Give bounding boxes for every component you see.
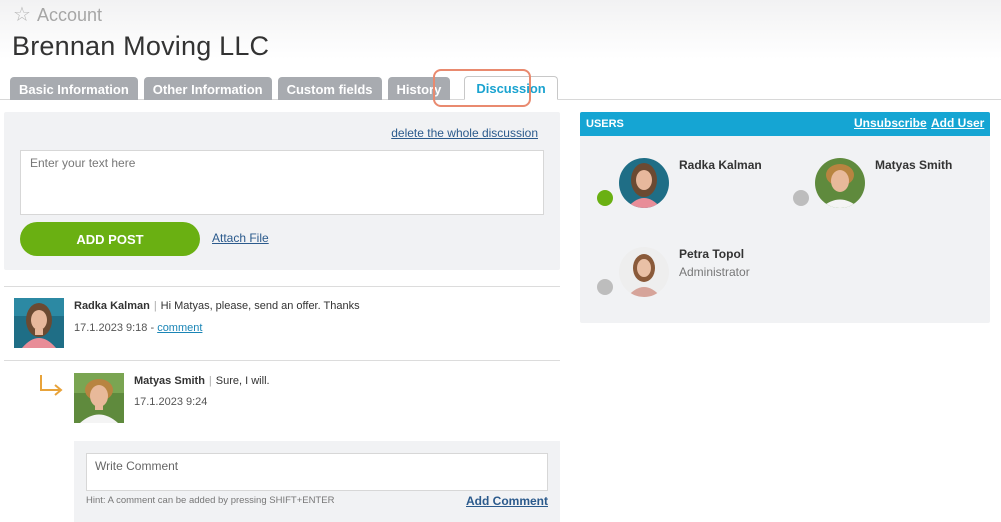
user-role: Administrator (679, 265, 750, 279)
user-avatar[interactable] (619, 247, 669, 297)
tab-discussion[interactable]: Discussion (464, 76, 558, 100)
user-name[interactable]: Matyas Smith (875, 158, 952, 172)
post-meta: 17.1.2023 9:24 (134, 392, 207, 410)
tab-custom-fields[interactable]: Custom fields (277, 77, 382, 100)
attach-file-link[interactable]: Attach File (212, 231, 269, 245)
post-author[interactable]: Radka Kalman (74, 300, 150, 312)
post-text-input[interactable]: Enter your text here (20, 150, 544, 215)
offline-status-dot (597, 279, 613, 295)
unsubscribe-link[interactable]: Unsubscribe (854, 116, 927, 130)
users-header: USERS Unsubscribe Add User (580, 112, 990, 136)
post-header: Matyas Smith | Sure, I will. (134, 371, 270, 389)
reply-arrow-icon (40, 375, 63, 396)
avatar (74, 373, 124, 423)
post-header: Radka Kalman | Hi Matyas, please, send an … (74, 296, 360, 314)
star-icon[interactable]: ☆ (13, 5, 31, 25)
separator: | (153, 300, 157, 312)
user-name[interactable]: Radka Kalman (679, 158, 762, 172)
breadcrumb-label: Account (36, 5, 102, 25)
divider (4, 286, 560, 287)
comment-input[interactable]: Write Comment (86, 453, 548, 491)
tab-basic-information[interactable]: Basic Information (10, 77, 138, 100)
comment-panel: Write Comment Hint: A comment can be add… (74, 441, 560, 522)
new-post-panel: delete the whole discussion Enter your t… (4, 112, 560, 270)
tab-other-information[interactable]: Other Information (143, 77, 272, 100)
post-time: 17.1.2023 9:18 (74, 322, 148, 334)
delete-discussion-link[interactable]: delete the whole discussion (391, 126, 538, 140)
meta-separator: - (147, 322, 158, 334)
add-post-button[interactable]: ADD POST (20, 222, 200, 256)
post-text: Sure, I will. (215, 375, 270, 387)
separator: | (208, 375, 212, 387)
online-status-dot (597, 190, 613, 206)
post-text: Hi Matyas, please, send an offer. Thanks (160, 300, 360, 312)
avatar (14, 298, 64, 348)
user-name[interactable]: Petra Topol (679, 247, 744, 261)
comment-link[interactable]: comment (157, 322, 202, 334)
add-user-link[interactable]: Add User (931, 116, 984, 130)
tab-history[interactable]: History (387, 77, 451, 100)
user-avatar[interactable] (815, 158, 865, 208)
user-avatar[interactable] (619, 158, 669, 208)
add-comment-link[interactable]: Add Comment (466, 494, 548, 508)
users-panel: USERS Unsubscribe Add User Radka Kalman … (580, 112, 990, 323)
divider (4, 360, 560, 361)
post-author[interactable]: Matyas Smith (134, 375, 205, 387)
offline-status-dot (793, 190, 809, 206)
breadcrumb: ☆ Account (13, 5, 102, 25)
post-meta: 17.1.2023 9:18 - comment (74, 318, 202, 336)
comment-hint: Hint: A comment can be added by pressing… (86, 495, 335, 506)
tab-bar: Basic Information Other Information Cust… (10, 76, 558, 100)
page-title: Brennan Moving LLC (12, 31, 270, 61)
users-heading: USERS (586, 118, 624, 130)
post-time: 17.1.2023 9:24 (134, 396, 208, 408)
